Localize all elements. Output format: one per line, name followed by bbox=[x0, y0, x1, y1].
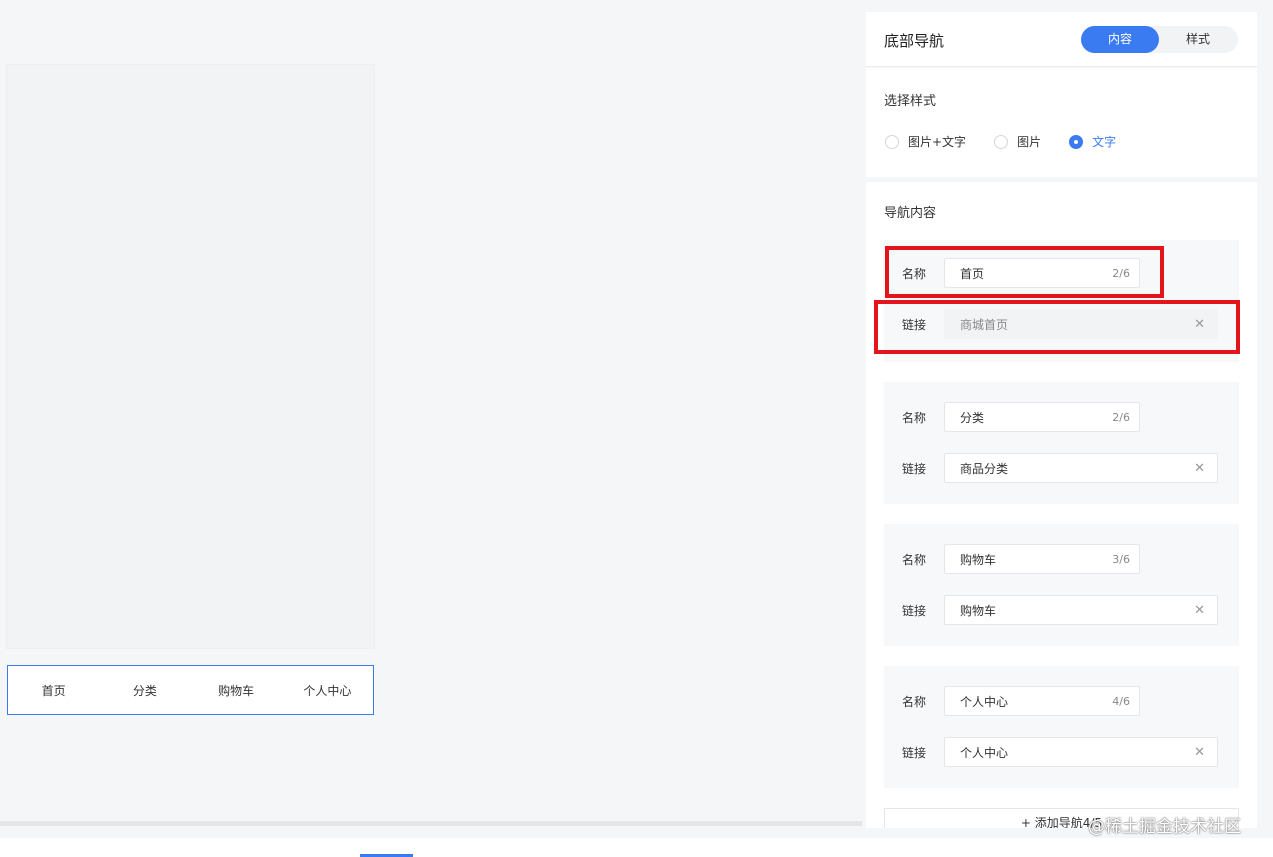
nav-preview-item[interactable]: 首页 bbox=[8, 682, 99, 699]
name-input[interactable]: 分类 2/6 bbox=[944, 402, 1140, 432]
radio-circle-icon bbox=[885, 134, 899, 149]
name-value: 分类 bbox=[960, 410, 985, 425]
name-row: 名称 首页 2/6 bbox=[884, 258, 1140, 288]
nav-item-block: 名称 分类 2/6 链接 商品分类 ✕ bbox=[884, 382, 1239, 504]
radio-label: 图片 bbox=[1017, 135, 1042, 149]
bottom-nav-preview[interactable]: 首页 分类 购物车 个人中心 bbox=[7, 665, 374, 715]
link-value: 商城首页 bbox=[960, 317, 1009, 332]
link-label: 链接 bbox=[901, 461, 926, 476]
name-value: 首页 bbox=[960, 266, 985, 281]
panel-title: 底部导航 bbox=[884, 32, 945, 50]
name-label: 名称 bbox=[901, 410, 926, 425]
link-value: 个人中心 bbox=[960, 745, 1009, 760]
link-row: 链接 商城首页 ✕ bbox=[884, 309, 1218, 339]
name-label: 名称 bbox=[901, 694, 926, 709]
name-value: 个人中心 bbox=[960, 694, 1009, 709]
phone-preview bbox=[6, 64, 375, 649]
content-style-toggle[interactable]: 内容 样式 bbox=[1081, 26, 1238, 53]
radio-text[interactable]: 文字 bbox=[1069, 133, 1116, 150]
nav-preview-item[interactable]: 个人中心 bbox=[282, 682, 373, 699]
char-count: 3/6 bbox=[1112, 552, 1130, 566]
panel-header: 底部导航 内容 样式 bbox=[866, 12, 1257, 67]
name-label: 名称 bbox=[901, 552, 926, 567]
name-row: 名称 分类 2/6 bbox=[884, 402, 1140, 432]
link-value: 购物车 bbox=[960, 603, 997, 618]
radio-circle-icon bbox=[994, 134, 1009, 149]
radio-checked-icon bbox=[1069, 134, 1084, 149]
bottom-bar bbox=[0, 838, 1273, 857]
name-label: 名称 bbox=[901, 266, 926, 281]
tab-style[interactable]: 样式 bbox=[1159, 26, 1237, 53]
radio-image-text[interactable]: 图片+文字 bbox=[885, 133, 966, 150]
clear-icon[interactable]: ✕ bbox=[1194, 603, 1205, 618]
nav-content-section: 导航内容 名称 首页 2/6 链接 商城首页 ✕ 名称 分类 2/6 链接 商品… bbox=[866, 182, 1257, 828]
link-row: 链接 商品分类 ✕ bbox=[884, 453, 1218, 483]
editor-canvas: 首页 分类 购物车 个人中心 bbox=[0, 0, 862, 826]
nav-preview-item[interactable]: 购物车 bbox=[191, 682, 282, 699]
radio-label: 文字 bbox=[1092, 135, 1117, 149]
link-row: 链接 购物车 ✕ bbox=[884, 595, 1218, 625]
char-count: 2/6 bbox=[1112, 266, 1130, 280]
nav-item-block: 名称 首页 2/6 链接 商城首页 ✕ bbox=[884, 240, 1239, 362]
style-section: 选择样式 图片+文字 图片 文字 bbox=[866, 68, 1257, 177]
nav-content-title: 导航内容 bbox=[884, 206, 937, 221]
link-select[interactable]: 个人中心 ✕ bbox=[944, 737, 1218, 767]
link-label: 链接 bbox=[901, 317, 926, 332]
link-row: 链接 个人中心 ✕ bbox=[884, 737, 1218, 767]
horizontal-scrollbar[interactable] bbox=[0, 821, 862, 826]
link-select[interactable]: 购物车 ✕ bbox=[944, 595, 1218, 625]
name-input[interactable]: 购物车 3/6 bbox=[944, 544, 1140, 574]
radio-label: 图片+文字 bbox=[908, 135, 967, 149]
name-input[interactable]: 个人中心 4/6 bbox=[944, 686, 1140, 716]
style-section-title: 选择样式 bbox=[884, 94, 937, 109]
char-count: 4/6 bbox=[1112, 694, 1130, 708]
nav-preview-item[interactable]: 分类 bbox=[99, 682, 190, 699]
radio-image[interactable]: 图片 bbox=[994, 133, 1041, 150]
link-select[interactable]: 商品分类 ✕ bbox=[944, 453, 1218, 483]
name-row: 名称 购物车 3/6 bbox=[884, 544, 1140, 574]
clear-icon[interactable]: ✕ bbox=[1194, 745, 1205, 760]
tab-content[interactable]: 内容 bbox=[1081, 26, 1159, 53]
nav-item-block: 名称 个人中心 4/6 链接 个人中心 ✕ bbox=[884, 666, 1239, 788]
settings-panel: 底部导航 内容 样式 选择样式 图片+文字 图片 文字 导航内容 名称 首页 2… bbox=[866, 12, 1257, 828]
link-label: 链接 bbox=[901, 603, 926, 618]
link-value: 商品分类 bbox=[960, 461, 1009, 476]
char-count: 2/6 bbox=[1112, 410, 1130, 424]
nav-item-block: 名称 购物车 3/6 链接 购物车 ✕ bbox=[884, 524, 1239, 646]
clear-icon[interactable]: ✕ bbox=[1194, 317, 1205, 332]
watermark: @稀土掘金技术社区 bbox=[1088, 817, 1241, 837]
name-input[interactable]: 首页 2/6 bbox=[944, 258, 1140, 288]
link-select[interactable]: 商城首页 ✕ bbox=[944, 309, 1218, 339]
style-radio-group: 图片+文字 图片 文字 bbox=[885, 133, 1144, 150]
name-value: 购物车 bbox=[960, 552, 997, 567]
name-row: 名称 个人中心 4/6 bbox=[884, 686, 1140, 716]
clear-icon[interactable]: ✕ bbox=[1194, 461, 1205, 476]
link-label: 链接 bbox=[901, 745, 926, 760]
